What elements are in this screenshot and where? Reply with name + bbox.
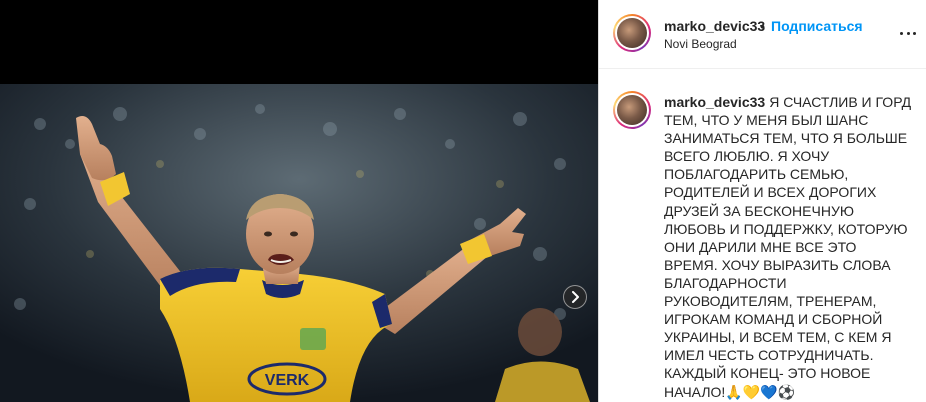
- instagram-post: VERK marko_devic33 • Подписаться Novi Be…: [0, 0, 926, 402]
- header-avatar[interactable]: [613, 14, 651, 52]
- next-image-button[interactable]: [563, 285, 587, 309]
- chevron-right-icon: [572, 291, 579, 303]
- header-username[interactable]: marko_devic33: [664, 18, 765, 34]
- caption-text-block: marko_devic33 Я СЧАСТЛИВ И ГОРД ТЕМ, ЧТО …: [664, 93, 912, 401]
- post-side-panel: marko_devic33 • Подписаться Novi Beograd…: [598, 0, 926, 402]
- post-photo: VERK: [0, 84, 598, 402]
- football-celebration-image: VERK: [0, 84, 598, 402]
- avatar-image: [617, 95, 647, 125]
- media-letterbox: [0, 0, 598, 84]
- avatar-image: [617, 18, 647, 48]
- more-options-icon[interactable]: [900, 30, 916, 36]
- caption-text: Я СЧАСТЛИВ И ГОРД ТЕМ, ЧТО У МЕНЯ БЫЛ ША…: [664, 94, 912, 400]
- post-location[interactable]: Novi Beograd: [664, 37, 737, 51]
- header-separator: •: [760, 18, 765, 34]
- caption-avatar[interactable]: [613, 91, 651, 129]
- post-header: marko_devic33 • Подписаться Novi Beograd: [599, 0, 926, 69]
- jersey-sponsor-text: VERK: [265, 372, 310, 389]
- follow-button[interactable]: Подписаться: [771, 18, 863, 34]
- caption-username[interactable]: marko_devic33: [664, 94, 765, 110]
- post-media: VERK: [0, 0, 598, 402]
